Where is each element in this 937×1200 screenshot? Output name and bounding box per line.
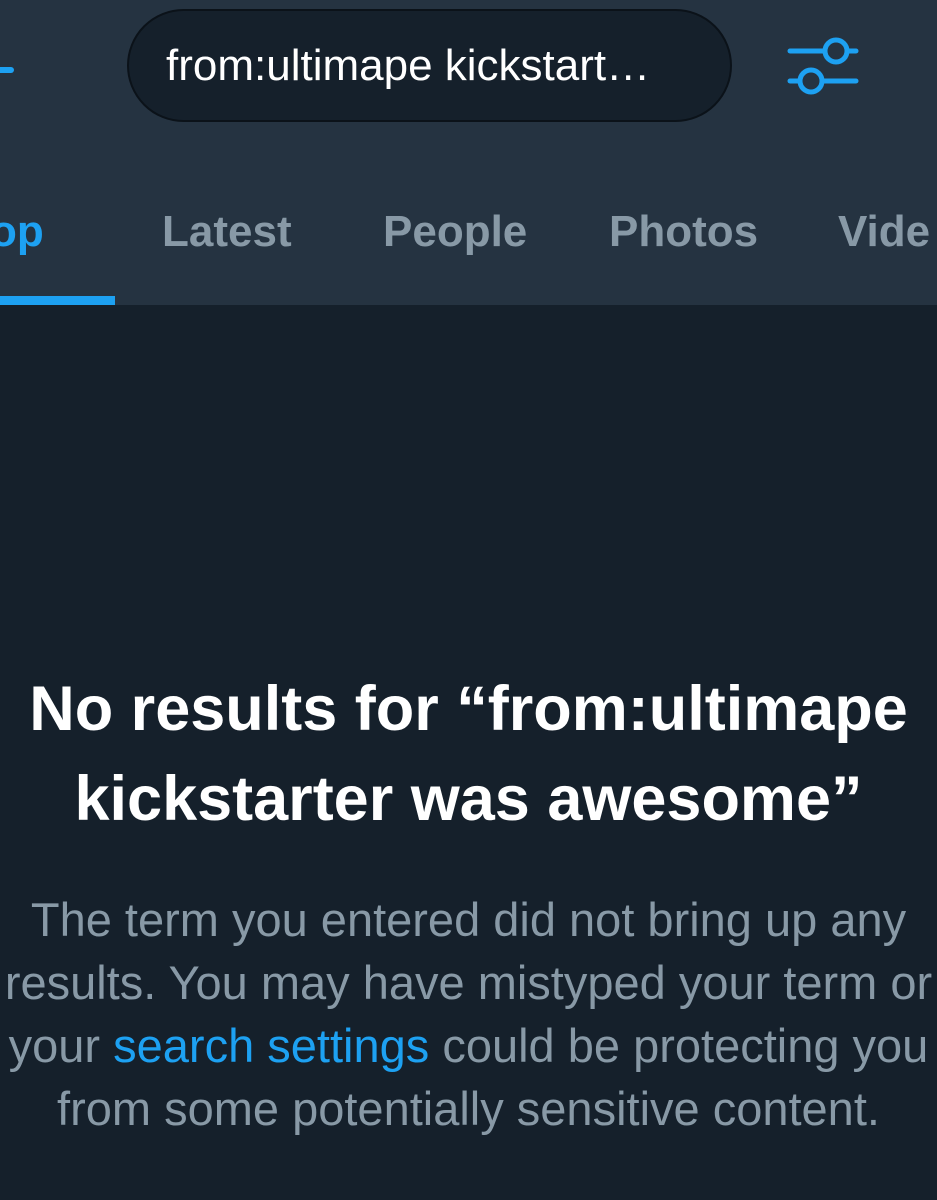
no-results-title-line-1: No results for “from:ultimape (29, 674, 908, 744)
no-results-title: No results for “from:ultimape kickstarte… (0, 664, 937, 844)
search-input[interactable]: from:ultimape kickstart… (127, 9, 732, 122)
search-header: from:ultimape kickstart… op Latest Peopl… (0, 0, 937, 305)
tab-top[interactable]: op (0, 207, 44, 257)
tab-latest[interactable]: Latest (162, 207, 292, 257)
active-tab-indicator (0, 296, 115, 305)
tab-videos[interactable]: Vide (838, 207, 930, 257)
search-settings-link[interactable]: search settings (113, 1019, 429, 1072)
search-tabs: op Latest People Photos Vide (0, 160, 937, 305)
description-line-2: results. You may have mistyped your term… (4, 956, 933, 1009)
filter-sliders-icon[interactable] (786, 36, 860, 98)
description-line-3-start: your (8, 1019, 114, 1072)
back-arrow-icon[interactable] (0, 67, 14, 73)
description-line-1: The term you entered did not bring up an… (30, 893, 907, 946)
description-line-3-end: could be protecting you (429, 1019, 929, 1072)
search-query-text: from:ultimape kickstart… (166, 40, 651, 90)
tab-photos[interactable]: Photos (609, 207, 758, 257)
description-line-3: your search settings could be protecting… (0, 1014, 937, 1077)
tab-people[interactable]: People (383, 207, 527, 257)
no-results-title-line-2: kickstarter was awesome” (74, 764, 863, 834)
description-line-4: from some potentially sensitive content. (57, 1082, 880, 1135)
no-results-description: The term you entered did not bring up an… (0, 888, 937, 1140)
